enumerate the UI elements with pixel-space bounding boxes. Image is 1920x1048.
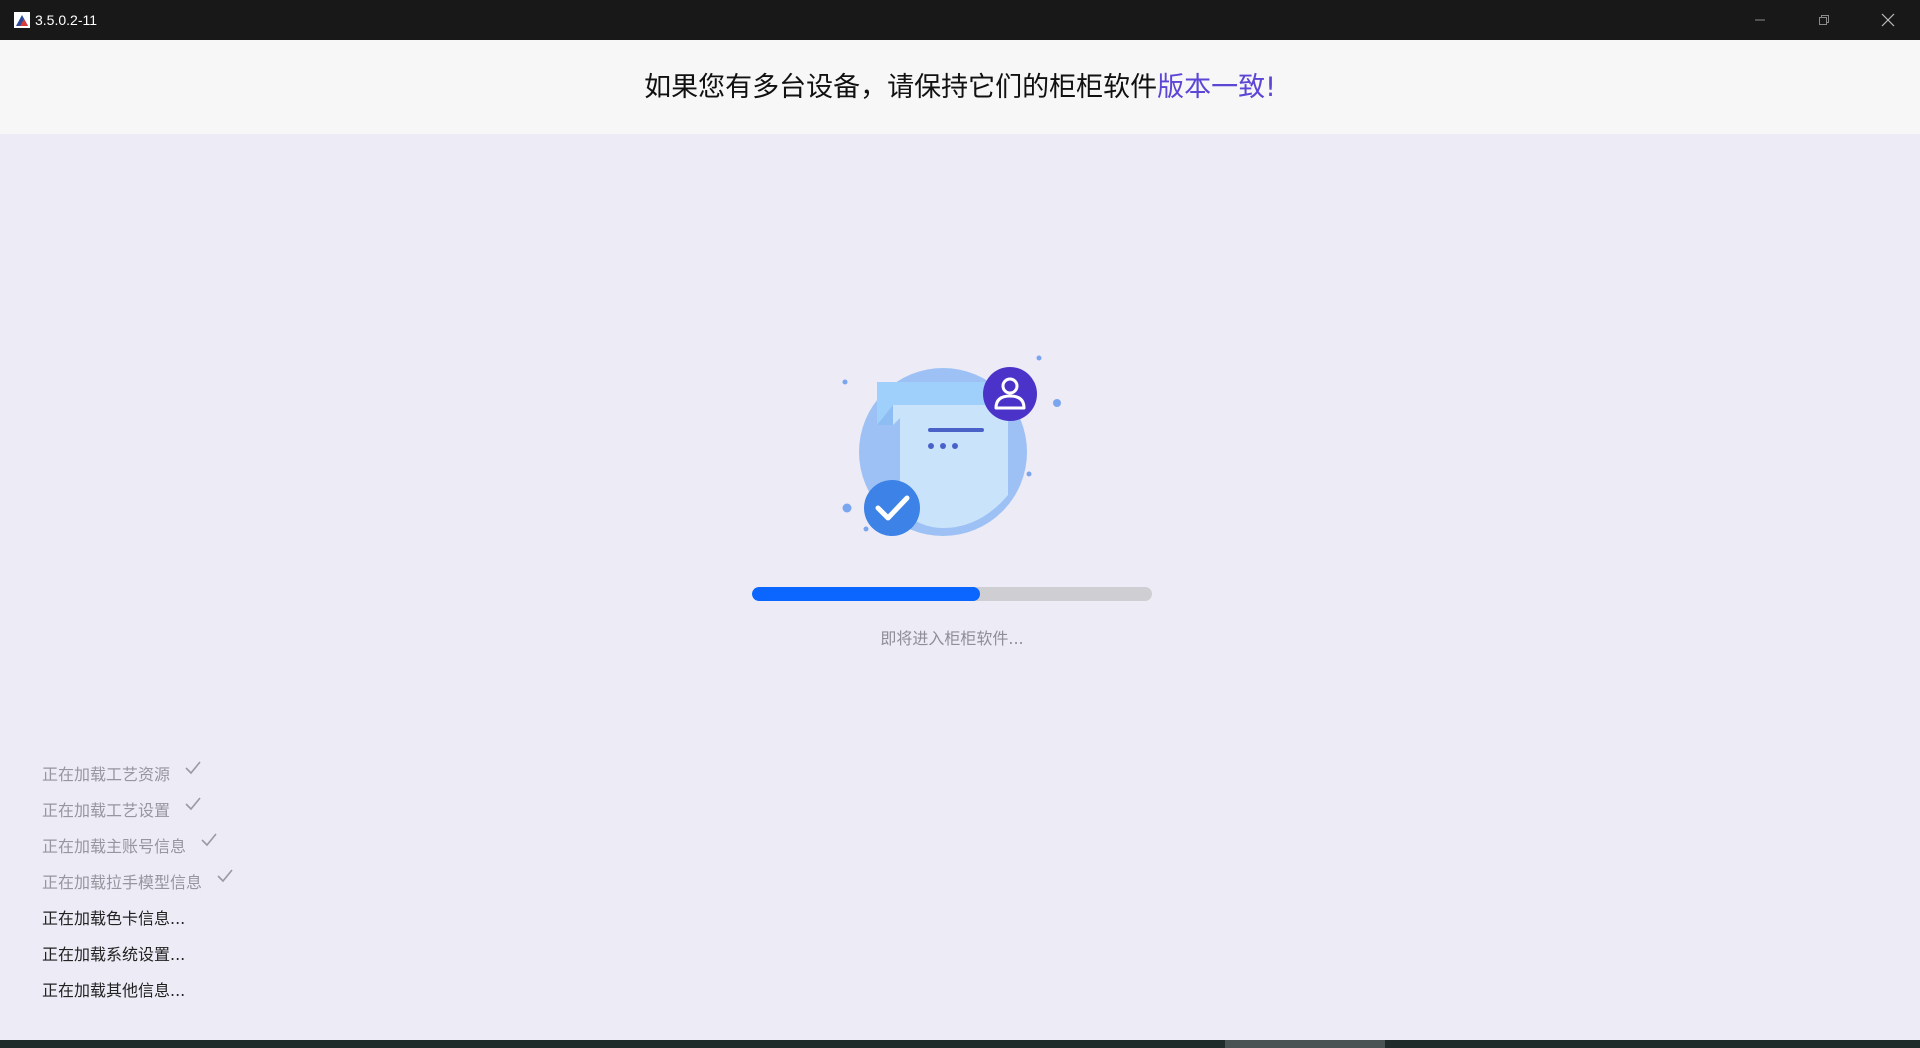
minimize-button[interactable] [1728,0,1792,40]
loading-task-item: 正在加载工艺资源 [42,761,234,798]
version-notice-main: 如果您有多台设备，请保持它们的柜柜软件 [644,72,1158,103]
title-bar: 3.5.0.2-11 [0,0,1920,40]
window-title: 3.5.0.2-11 [35,12,98,28]
app-logo-icon [14,12,30,28]
loading-task-label: 正在加载色卡信息... [42,909,186,928]
loading-task-item: 正在加载主账号信息 [42,833,234,870]
loading-progress-bar [752,587,1152,601]
version-notice-highlight: 版本一致! [1157,72,1276,103]
restore-button[interactable] [1792,0,1856,40]
loading-task-item: 正在加载其他信息... [42,978,234,1014]
loading-task-label: 正在加载其他信息... [42,981,186,1000]
loading-status-text: 即将进入柜柜软件... [880,629,1024,648]
loading-task-item: 正在加载工艺设置 [42,797,234,834]
checkmark-icon [217,869,233,883]
checkmark-icon [201,833,217,847]
loading-task-label: 正在加载工艺资源 [42,765,171,784]
checkmark-icon [185,761,201,775]
taskbar-item[interactable] [1225,1040,1385,1048]
loading-task-item: 正在加载色卡信息... [42,906,234,942]
close-button[interactable] [1856,0,1920,40]
loading-task-list: 正在加载工艺资源 正在加载工艺设置 正在加载主账号信息 正在加载拉手模型信息 正在加载色… [42,761,234,1014]
loading-task-label: 正在加载工艺设置 [42,801,171,820]
document-user-check-icon [842,355,1061,536]
version-notice-text: 如果您有多台设备，请保持它们的柜柜软件版本一致! [644,70,1276,106]
loading-task-label: 正在加载系统设置... [42,945,186,964]
loading-task-item: 正在加载系统设置... [42,942,234,978]
loading-task-label: 正在加载拉手模型信息 [42,873,203,892]
restore-icon [1819,15,1829,25]
version-notice-banner: 如果您有多台设备，请保持它们的柜柜软件版本一致! [0,40,1920,134]
loading-progress-fill [752,587,980,601]
loading-task-item: 正在加载拉手模型信息 [42,869,234,906]
checkmark-icon [185,797,201,811]
taskbar [0,1040,1920,1048]
minimize-icon [1755,19,1765,21]
loading-task-label: 正在加载主账号信息 [42,837,187,856]
close-icon [1881,13,1895,27]
